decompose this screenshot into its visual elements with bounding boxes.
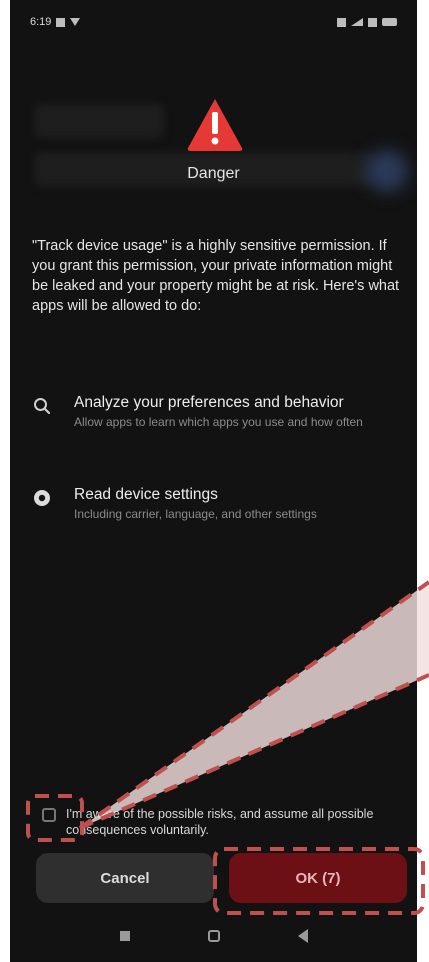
consent-checkbox[interactable]	[42, 808, 56, 822]
analyze-icon	[34, 398, 51, 415]
permission-title: Read device settings	[74, 486, 218, 503]
cancel-button[interactable]: Cancel	[36, 853, 214, 903]
danger-warning-icon	[187, 99, 243, 151]
recents-button[interactable]	[113, 924, 137, 948]
back-button[interactable]	[291, 924, 315, 948]
wifi-icon	[368, 17, 377, 27]
battery-icon	[382, 18, 397, 26]
navigation-bar	[10, 910, 417, 962]
status-bar: 6:19	[10, 0, 417, 44]
permission-item-analyze: Analyze your preferences and behavior Al…	[32, 394, 412, 430]
consent-text: I'm aware of the possible risks, and ass…	[66, 807, 374, 837]
status-left: 6:19	[30, 16, 81, 28]
recents-icon	[119, 931, 130, 941]
permission-subtitle: Including carrier, language, and other s…	[74, 507, 317, 521]
permission-text: Read device settings Including carrier, …	[74, 486, 394, 522]
permission-item-settings: Read device settings Including carrier, …	[32, 486, 412, 522]
ok-button[interactable]: OK (7)	[229, 853, 407, 903]
status-right	[337, 17, 397, 27]
consent-row[interactable]: I'm aware of the possible risks, and ass…	[42, 806, 392, 838]
home-button[interactable]	[202, 924, 226, 948]
blurred-background-row	[34, 104, 164, 138]
permission-description: "Track device usage" is a highly sensiti…	[32, 238, 400, 314]
signal-icon	[351, 18, 363, 26]
dialog-title: Danger	[187, 165, 240, 182]
permission-subtitle: Allow apps to learn which apps you use a…	[74, 415, 363, 429]
back-icon	[297, 929, 308, 943]
status-time: 6:19	[30, 16, 52, 28]
settings-icon	[34, 490, 50, 506]
location-icon	[70, 18, 81, 26]
permission-text: Analyze your preferences and behavior Al…	[74, 394, 394, 430]
permission-title: Analyze your preferences and behavior	[74, 394, 344, 411]
notification-icon	[56, 17, 66, 27]
sim-icon	[337, 17, 346, 27]
phone-screen: 6:19 Danger "Track device usage" is a hi…	[10, 0, 417, 962]
home-icon	[207, 930, 220, 942]
